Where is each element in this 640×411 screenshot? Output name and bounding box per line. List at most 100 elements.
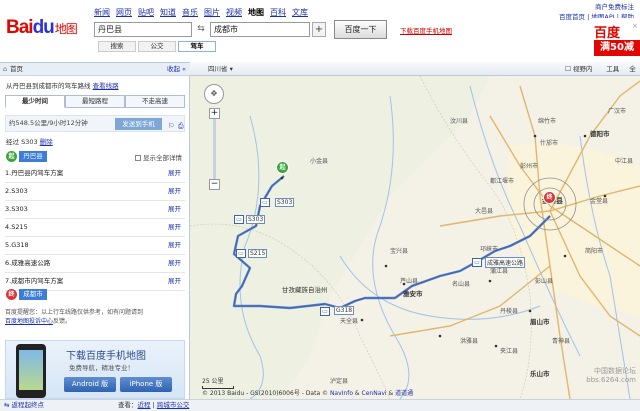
iphone-download-button[interactable]: iPhone 版 bbox=[120, 377, 172, 392]
nav-web[interactable]: 网页 bbox=[116, 7, 132, 18]
map-label: 德阳市 bbox=[590, 130, 610, 138]
start-row: 起 丹巴县 显示全部详情 bbox=[6, 151, 186, 163]
home-icon: ⌂ bbox=[3, 65, 8, 73]
from-input[interactable]: 丹巴县 bbox=[94, 22, 192, 37]
via-info: 经过 S303 删除 bbox=[6, 138, 53, 146]
add-waypoint-button[interactable]: + bbox=[312, 22, 326, 37]
route-policy-tabs: 最少时间 最短路程 不走高速 bbox=[5, 95, 185, 108]
route-summary: 约548.5公里/9小时12分钟 发送到手机 ⚐ ⎙ bbox=[5, 115, 185, 132]
route-step[interactable]: 3.S303 展开 bbox=[5, 201, 185, 219]
expand-link[interactable]: 展开 bbox=[168, 255, 181, 272]
map-label: 汶川县 bbox=[450, 118, 469, 125]
phone-icon bbox=[16, 344, 46, 398]
map-label: 中江县 bbox=[615, 158, 634, 165]
expand-link[interactable]: 展开 bbox=[168, 183, 181, 200]
delete-via-link[interactable]: 删除 bbox=[40, 138, 53, 146]
expand-link[interactable]: 展开 bbox=[168, 165, 181, 182]
expand-link[interactable]: 展开 bbox=[168, 201, 181, 218]
end-marker-icon[interactable]: 终 bbox=[543, 191, 556, 204]
download-mobile-link[interactable]: 下载百度手机地图 bbox=[400, 25, 452, 35]
search-mode-tabs: 搜索 公交 驾车 bbox=[98, 41, 216, 52]
cennavi-link[interactable]: CenNavi bbox=[362, 390, 387, 397]
tab-least-time[interactable]: 最少时间 bbox=[5, 95, 65, 108]
to-input[interactable]: 成都市 bbox=[210, 22, 310, 37]
tab-search[interactable]: 搜索 bbox=[98, 41, 136, 52]
expand-link[interactable]: 展开 bbox=[168, 273, 181, 290]
nav-images[interactable]: 图片 bbox=[204, 7, 220, 18]
cross-city-bus-link[interactable]: 跨城市公交 bbox=[157, 401, 190, 409]
navinfo-link[interactable]: NavInfo bbox=[330, 390, 353, 397]
baidu-map-logo[interactable]: Baidu地图 bbox=[6, 17, 78, 39]
nav-wenku[interactable]: 文库 bbox=[292, 7, 308, 18]
map-label: 小金县 bbox=[310, 158, 329, 165]
nearby-link[interactable]: 近程 bbox=[138, 401, 151, 409]
android-download-button[interactable]: Android 版 bbox=[64, 377, 116, 392]
ad-promo: 满50减 bbox=[594, 40, 640, 56]
nav-music[interactable]: 音乐 bbox=[182, 7, 198, 18]
map-label: 甘孜藏族自治州 bbox=[282, 286, 328, 294]
daodaotong-link[interactable]: 道道通 bbox=[395, 390, 413, 397]
expand-link[interactable]: 展开 bbox=[168, 237, 181, 254]
show-all-details-checkbox[interactable]: 显示全部详情 bbox=[135, 152, 182, 162]
baidu-home-link[interactable]: 百度首页 bbox=[559, 13, 585, 21]
map-canvas[interactable]: 小金县 宝兴县 芦山县 天全县 雅安市 名山县 邛崃市 大邑县 蒲江县 眉山市 … bbox=[190, 76, 640, 399]
road-shield: G318 bbox=[334, 306, 355, 315]
route-step[interactable]: 4.S215 展开 bbox=[5, 219, 185, 237]
bottom-bar: ⇆ 返程起终点 查看：近程 | 跨城市公交 bbox=[0, 399, 640, 411]
route-panel: 从丹巴县到成都市的驾车路线 查看线路 最少时间 最短路程 不走高速 约548.5… bbox=[0, 76, 190, 399]
start-marker-icon[interactable]: 起 bbox=[276, 161, 289, 174]
send-to-phone-button[interactable]: 发送到手机 bbox=[115, 118, 162, 130]
zoom-slider[interactable] bbox=[213, 119, 216, 179]
home-link[interactable]: 首页 bbox=[10, 63, 23, 75]
route-title: 从丹巴县到成都市的驾车路线 查看线路 bbox=[6, 82, 119, 90]
search-button[interactable]: 百度一下 bbox=[334, 20, 387, 39]
swap-icon[interactable]: ⇆ bbox=[194, 24, 208, 35]
map-label: 芦山县 bbox=[400, 278, 419, 285]
map-copyright: © 2013 Baidu - GS(2010)6006号 - Data © Na… bbox=[202, 390, 414, 397]
nav-video[interactable]: 视频 bbox=[226, 7, 242, 18]
free-listing-link[interactable]: 商户免费标注 bbox=[559, 2, 634, 12]
map-label: 绵竹市 bbox=[538, 118, 557, 125]
tab-drive[interactable]: 驾车 bbox=[178, 41, 216, 52]
expand-link[interactable]: 展开 bbox=[168, 219, 181, 236]
print-icon[interactable]: ⎙ bbox=[178, 119, 184, 134]
route-step[interactable]: 6.成雅高速公路 展开 bbox=[5, 255, 185, 273]
pan-control[interactable]: ✥ bbox=[204, 84, 224, 104]
complaint-center-link[interactable]: 百度地图投诉中心 bbox=[5, 318, 53, 325]
nav-baike[interactable]: 百科 bbox=[270, 7, 286, 18]
bus-route-link[interactable]: 查看线路 bbox=[93, 82, 119, 90]
nav-news[interactable]: 新闻 bbox=[94, 7, 110, 18]
car-marker-icon[interactable]: ▭ bbox=[234, 215, 244, 224]
route-step[interactable]: 5.G318 展开 bbox=[5, 237, 185, 255]
zoom-out-button[interactable]: − bbox=[209, 179, 220, 190]
collapse-link[interactable]: 收起 « bbox=[167, 63, 186, 75]
region-selector[interactable]: 四川省 ▾ bbox=[208, 63, 233, 75]
share-icon[interactable]: ⚐ bbox=[168, 119, 174, 134]
nav-zhidao[interactable]: 知道 bbox=[160, 7, 176, 18]
map-label: 邛崃市 bbox=[480, 246, 499, 253]
start-pin-icon: 起 bbox=[6, 151, 17, 162]
nav-tieba[interactable]: 贴吧 bbox=[138, 7, 154, 18]
map-label: 乐山市 bbox=[530, 370, 550, 378]
route-notice: 百度提醒您：以上行车线路仅供参考，如有问题请到 百度地图投诉中心反馈。 bbox=[5, 309, 144, 325]
car-marker-icon[interactable]: ▭ bbox=[320, 307, 330, 316]
car-marker-icon[interactable]: ▭ bbox=[236, 249, 246, 258]
watermark: 中国数据论坛 bbs.6264.com bbox=[586, 367, 636, 384]
ad-close-icon[interactable]: × bbox=[632, 22, 638, 30]
zoom-in-button[interactable]: + bbox=[209, 108, 220, 119]
route-step[interactable]: 2.S303 展开 bbox=[5, 183, 185, 201]
route-step[interactable]: 1.丹巴县内驾车方案 展开 bbox=[5, 165, 185, 183]
map-label: 夹江县 bbox=[500, 348, 519, 355]
tab-shortest[interactable]: 最短路程 bbox=[65, 95, 125, 108]
top-nav: 新闻 网页 贴吧 知道 音乐 图片 视频 地图 百科 文库 bbox=[94, 7, 308, 18]
car-marker-icon[interactable]: ▭ bbox=[472, 258, 482, 267]
tab-bus[interactable]: 公交 bbox=[138, 41, 176, 52]
map-label: 简阳市 bbox=[585, 248, 604, 255]
car-marker-icon[interactable]: ▭ bbox=[260, 198, 270, 207]
reverse-route-link[interactable]: ⇆ 返程起终点 bbox=[4, 400, 44, 411]
header: Baidu地图 新闻 网页 贴吧 知道 音乐 图片 视频 地图 百科 文库 商户… bbox=[0, 0, 640, 62]
map-label: 宝兴县 bbox=[390, 248, 409, 255]
tab-no-highway[interactable]: 不走高速 bbox=[125, 95, 185, 108]
promo-ad[interactable]: 百度 × 满50减 bbox=[592, 18, 640, 58]
mobile-download-banner: 下载百度手机地图 免费导航，精准专业！ Android 版 iPhone 版 bbox=[5, 340, 185, 399]
